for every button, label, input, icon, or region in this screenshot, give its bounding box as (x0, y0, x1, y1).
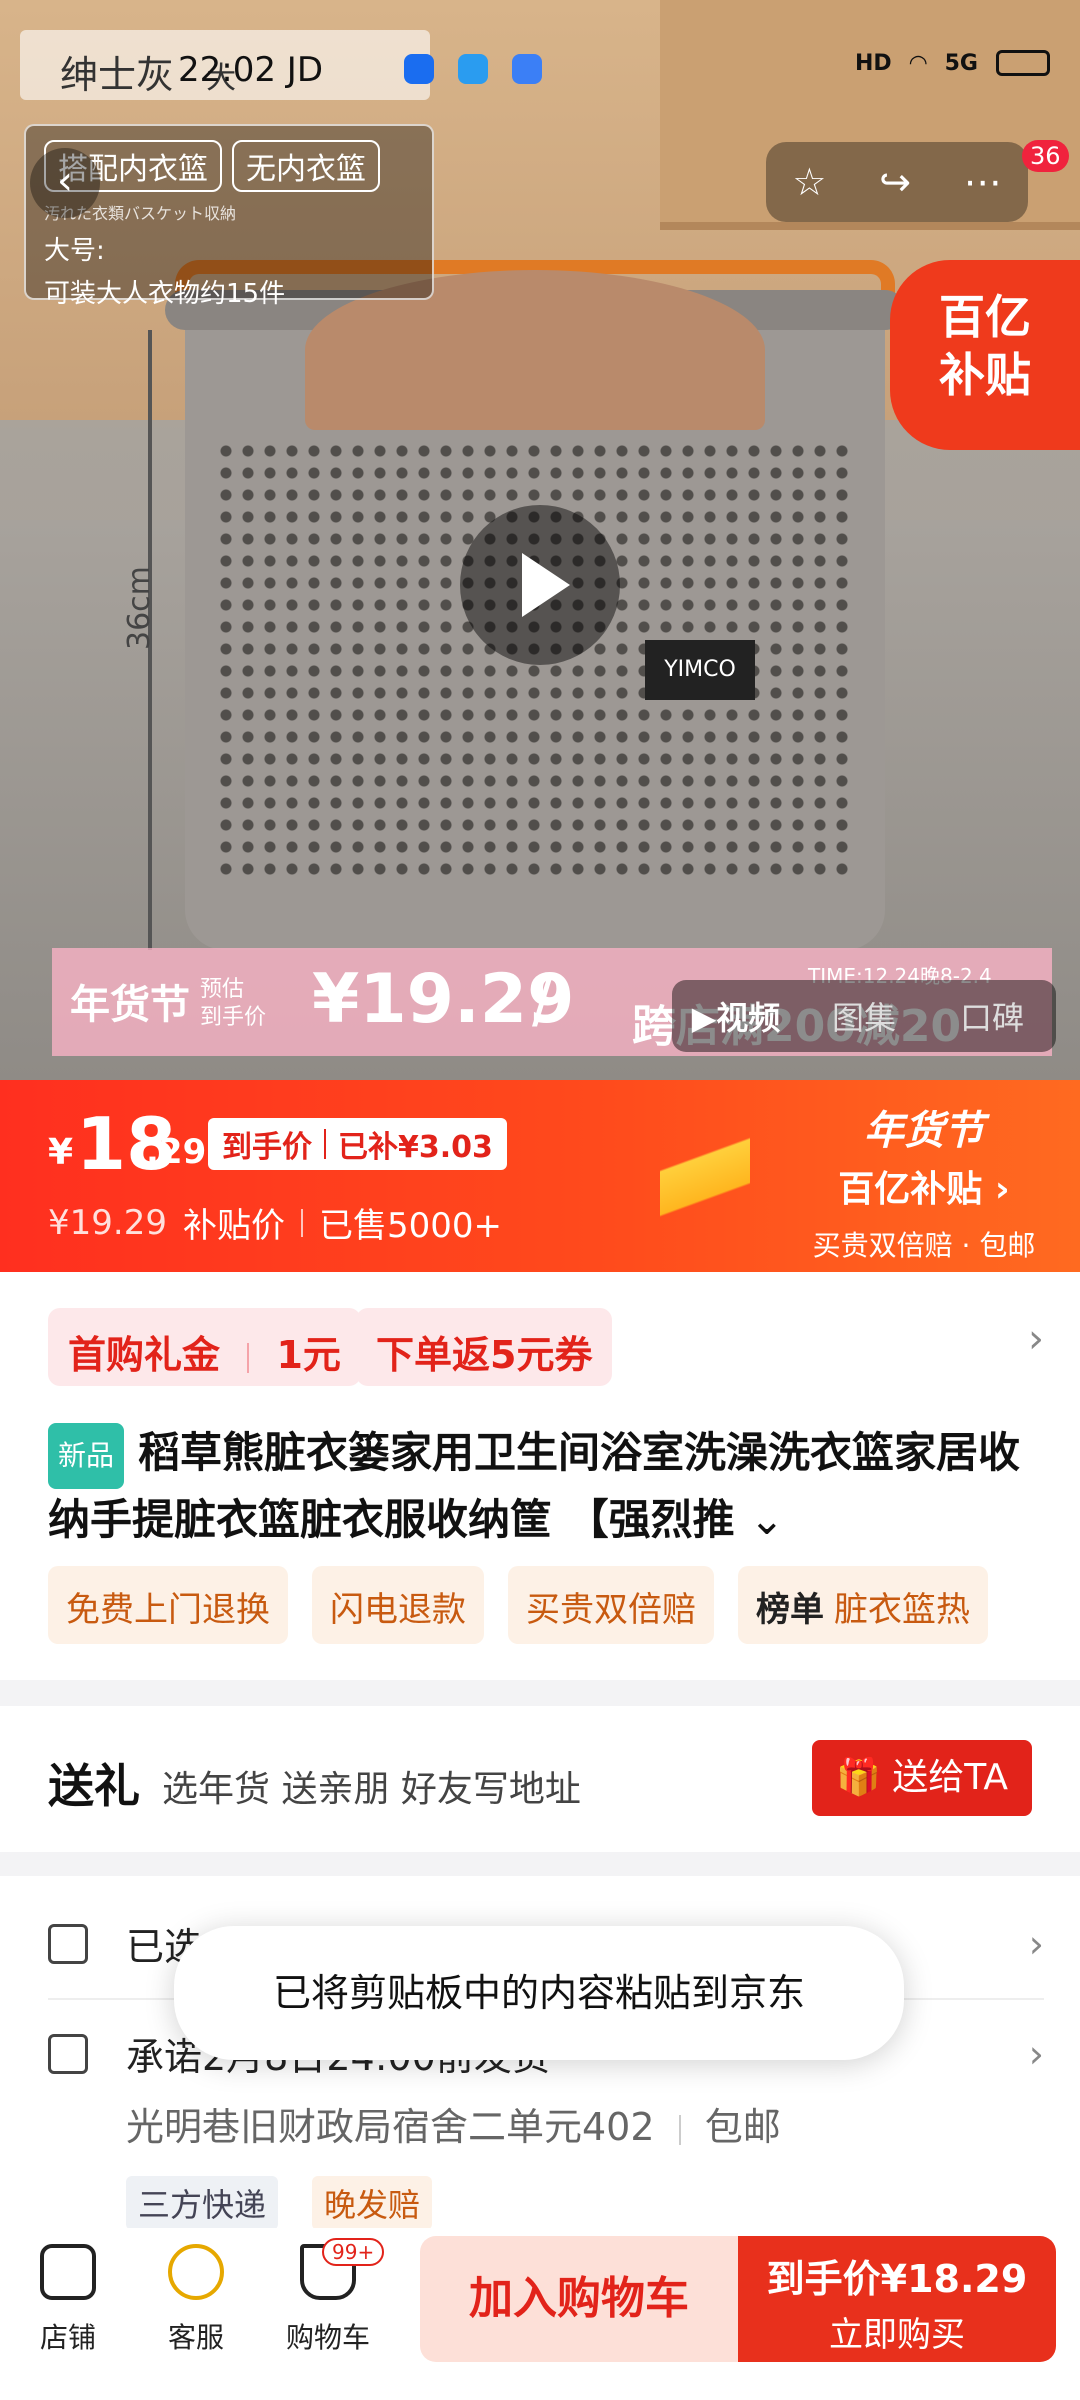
product-title-text: 稻草熊脏衣篓家用卫生间浴室洗澡洗衣篮家居收纳手提脏衣篮脏衣服收纳筐 【强烈推 (48, 1428, 1021, 1544)
delivery-address: 光明巷旧财政局宿舍二单元402 包邮 (126, 2105, 781, 2149)
checklist-icon (48, 1923, 88, 1964)
buy-now-label: 立即购买 (829, 2315, 965, 2355)
back-button[interactable]: ‹ (30, 148, 100, 218)
promo-festival: 年货节 (70, 982, 190, 1028)
send-gift-button[interactable]: 🎁 送给TA (812, 1740, 1032, 1816)
promo-estimate: 预估 到手价 (200, 977, 267, 1030)
clipboard-toast: 已将剪贴板中的内容粘贴到京东 (174, 1926, 904, 2060)
final-price-tag: 到手价 (222, 1130, 312, 1165)
late-compensation-tag: 晚发赔 (312, 2176, 433, 2230)
status-bar: 22:02 JD HD ◠ 5G (0, 0, 1080, 140)
festival-label: 年货节 (864, 1108, 984, 1154)
spec-jp-caption: 汚れた衣類バスケット収納 (44, 204, 237, 223)
share-icon[interactable]: ↪ (879, 160, 911, 204)
customer-service-button[interactable]: 客服 (136, 2244, 256, 2356)
subsidy-link[interactable]: 百亿补贴 › (794, 1160, 1054, 1212)
customer-service-icon (168, 2244, 224, 2300)
express-tag: 三方快递 (126, 2176, 279, 2230)
spec-overlay: 搭配内衣篮 无内衣篮 汚れた衣類バスケット収納 大号: 可装大人衣物约15件 (24, 124, 434, 309)
subsidy-badge: 百亿 补贴 (890, 260, 1080, 450)
promo-slash: / (532, 966, 553, 1036)
service-tags: 免费上门退换 闪电退款 买贵双倍赔 榜单 脏衣篮热 (48, 1566, 988, 1644)
top-actions: ☆ ↪ ⋯ (766, 142, 1028, 222)
favorite-star-icon[interactable]: ☆ (792, 160, 826, 204)
app-icon (404, 54, 434, 84)
store-icon (40, 2244, 96, 2300)
price-banner: ¥ 18 .29 到手价 已补¥3.03 ¥19.29 补贴价 已售5000+ … (0, 1080, 1080, 1272)
tab-gallery[interactable]: 图集 (800, 993, 928, 1039)
battery-icon (996, 50, 1050, 76)
original-price: ¥19.29 (48, 1202, 167, 1243)
gift-desc: 选年货 送亲朋 好友写地址 (162, 1769, 581, 1810)
first-buy-coupon[interactable]: 首购礼金 1元 (48, 1308, 361, 1386)
dimension-label: 36cm (122, 566, 157, 650)
notification-badge: 36 (1022, 140, 1069, 172)
vertical-separator (300, 1208, 303, 1237)
media-tabs: ▶视频 图集 口碑 (672, 980, 1056, 1052)
more-icon[interactable]: ⋯ (964, 160, 1002, 204)
wifi-icon: ◠ (909, 50, 927, 76)
chevron-right-icon: › (994, 1169, 1010, 1210)
gift-icon: 🎁 (835, 1757, 881, 1798)
subsidy-price-label: 补贴价 (182, 1206, 285, 1246)
chevron-right-icon: › (1028, 1921, 1044, 1966)
subsidy-amount-tag: 已补¥3.03 (338, 1130, 493, 1165)
spec-size: 大号: (44, 236, 105, 266)
price-subline: ¥19.29 补贴价 已售5000+ (48, 1198, 502, 1247)
status-time: 22:02 JD (178, 50, 324, 90)
store-button[interactable]: 店铺 (8, 2244, 128, 2356)
order-return-coupon[interactable]: 下单返5元券 (356, 1308, 613, 1386)
product-title[interactable]: 新品 稻草熊脏衣篓家用卫生间浴室洗澡洗衣篮家居收纳手提脏衣篮脏衣服收纳筐 【强烈推… (48, 1422, 1048, 1551)
chevron-down-icon[interactable]: ⌄ (749, 1495, 784, 1544)
tab-video[interactable]: ▶视频 (672, 993, 800, 1039)
chevron-right-icon[interactable]: › (1028, 1316, 1044, 1362)
gift-section: 送礼 选年货 送亲朋 好友写地址 🎁 送给TA (0, 1706, 1080, 1852)
tab-reviews[interactable]: 口碑 (928, 993, 1056, 1039)
chevron-left-icon: ‹ (57, 158, 73, 204)
guarantee-note: 买贵双倍赔 · 包邮 (812, 1229, 1036, 1262)
spec-capacity: 可装大人衣物约15件 (44, 279, 286, 309)
cart-count-badge: 99+ (322, 2238, 385, 2266)
service-tag[interactable]: 闪电退款 (312, 1566, 484, 1644)
lightning-decoration (660, 1080, 750, 1272)
buy-now-button[interactable]: 到手价¥18.29 立即购买 (738, 2236, 1056, 2362)
app-icon (512, 54, 542, 84)
price-tags: 到手价 已补¥3.03 (208, 1118, 507, 1170)
add-to-cart-button[interactable]: 加入购物车 (420, 2236, 738, 2362)
service-tag[interactable]: 买贵双倍赔 (508, 1566, 714, 1644)
bottom-action-bar: 店铺 客服 购物车 99+ 加入购物车 到手价¥18.29 立即购买 (0, 2228, 1080, 2400)
truck-icon (48, 2033, 88, 2074)
gift-title: 送礼 (48, 1759, 140, 1813)
price-decimal: .29 (146, 1132, 207, 1172)
product-info-card: 首购礼金 1元 下单返5元券 › 新品 稻草熊脏衣篓家用卫生间浴室洗澡洗衣篮家居收… (0, 1272, 1080, 1680)
buy-price: 到手价¥18.29 (766, 2257, 1028, 2301)
brand-logo: YIMCO (645, 640, 755, 700)
subsidy-badge-line1: 百亿 (939, 290, 1031, 344)
product-gallery[interactable]: 36cm YIMCO 绅士灰 大 22:02 JD HD ◠ 5G 搭配内衣篮 … (0, 0, 1080, 1080)
play-video-button[interactable] (460, 505, 620, 665)
ranking-tag[interactable]: 榜单 脏衣篮热 (738, 1566, 988, 1644)
price-currency: ¥ (48, 1132, 74, 1173)
spec-without-basket: 无内衣篮 (232, 140, 380, 192)
new-badge: 新品 (48, 1422, 125, 1489)
sold-count: 已售5000+ (318, 1206, 502, 1246)
chevron-right-icon: › (1028, 2031, 1044, 2076)
subsidy-panel[interactable]: 年货节 百亿补贴 › 买贵双倍赔 · 包邮 (794, 1098, 1054, 1264)
status-right: HD ◠ 5G (855, 50, 1050, 76)
app-icon (458, 54, 488, 84)
hd-indicator: HD (855, 50, 892, 76)
subsidy-badge-line2: 补贴 (939, 348, 1031, 402)
tag-separator (324, 1129, 326, 1159)
signal-indicator: 5G (944, 50, 978, 76)
service-tag[interactable]: 免费上门退换 (48, 1566, 288, 1644)
